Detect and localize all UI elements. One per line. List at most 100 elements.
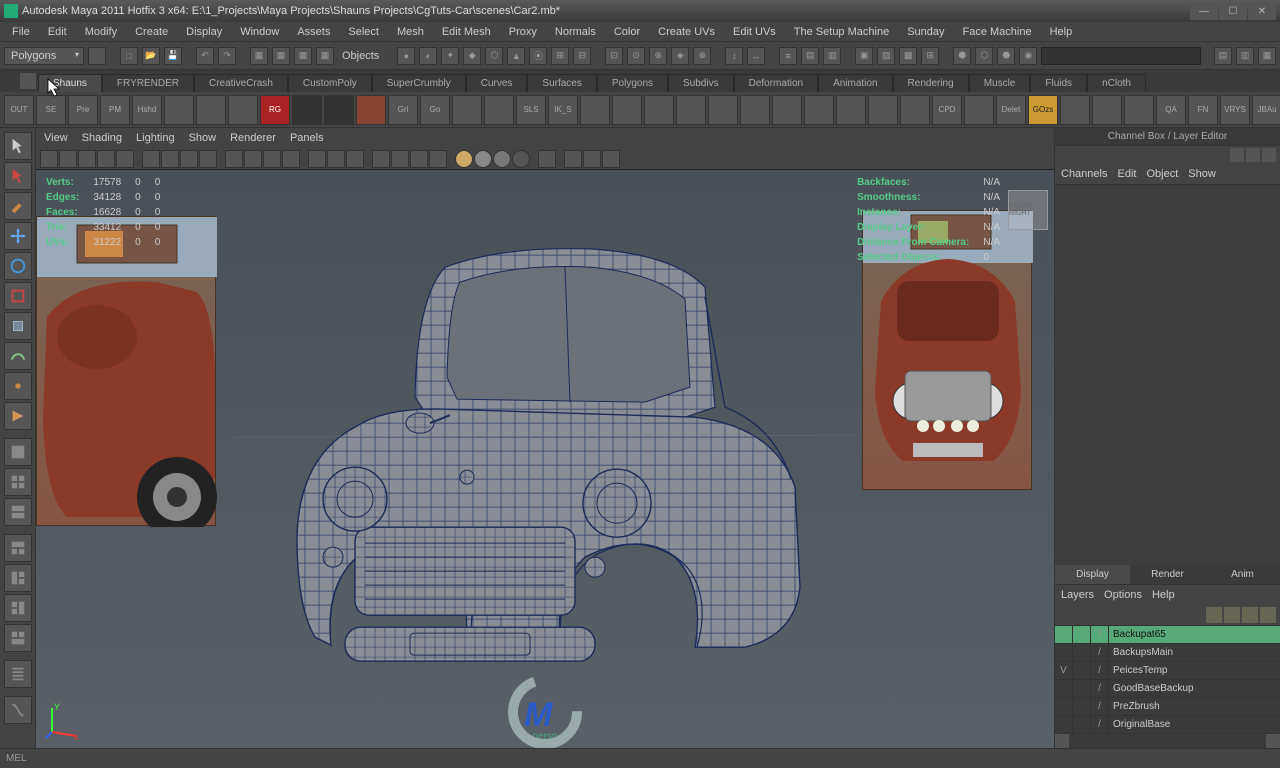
vp-menu-renderer[interactable]: Renderer [230, 132, 276, 144]
vp-light-2[interactable] [474, 150, 492, 168]
shelf-btn-fn[interactable]: FN [1188, 95, 1218, 125]
menu-file[interactable]: File [4, 24, 38, 40]
shelf-btn-jbau[interactable]: JBAu [1252, 95, 1280, 125]
rotate-tool[interactable] [4, 252, 32, 280]
layer-menu-layers[interactable]: Layers [1061, 589, 1094, 601]
layer-menu-help[interactable]: Help [1152, 589, 1175, 601]
channel-menu-object[interactable]: Object [1146, 168, 1178, 180]
layer-row-originalbase[interactable]: /OriginalBase [1055, 716, 1280, 734]
sel-icon-3[interactable]: ▦ [294, 47, 312, 65]
sel-icon-2[interactable]: ▦ [272, 47, 290, 65]
shelf-btn-slot7[interactable] [228, 95, 258, 125]
shelf-tab-curves[interactable]: Curves [466, 74, 528, 92]
vp-ico-3[interactable] [78, 150, 96, 168]
vp-ico-13[interactable] [282, 150, 300, 168]
shelf-btn-slot11[interactable] [356, 95, 386, 125]
op-icon-1[interactable]: ↕ [725, 47, 743, 65]
shelf-btn-vrys[interactable]: VRYS [1220, 95, 1250, 125]
soft-mod-tool[interactable] [4, 342, 32, 370]
shelf-btn-cpd[interactable]: CPD [932, 95, 962, 125]
mask-icon-9[interactable]: ⊟ [573, 47, 591, 65]
shelf-btn-slot25[interactable] [804, 95, 834, 125]
shelf-btn-slot6[interactable] [196, 95, 226, 125]
shelf-btn-slot19[interactable] [612, 95, 642, 125]
shelf-btn-qa[interactable]: QA [1156, 95, 1186, 125]
outliner-icon[interactable] [4, 660, 32, 688]
mask-icon-5[interactable]: ⬡ [485, 47, 503, 65]
menu-assets[interactable]: Assets [289, 24, 338, 40]
render-icon-1[interactable]: ▣ [855, 47, 873, 65]
vp-ico-17[interactable] [372, 150, 390, 168]
vp-ico-1[interactable] [40, 150, 58, 168]
layer-tab-display[interactable]: Display [1055, 565, 1130, 584]
viewport[interactable]: Verts:1757800Edges:3412800Faces:1662800T… [36, 170, 1054, 748]
show-manip-tool[interactable] [4, 372, 32, 400]
shelf-tab-muscle[interactable]: Muscle [969, 74, 1031, 92]
hist-icon-3[interactable]: ▥ [823, 47, 841, 65]
menu-edit-uvs[interactable]: Edit UVs [725, 24, 784, 40]
view-cube[interactable]: FRONT RIGHT [1008, 190, 1048, 230]
shelf-btn-go[interactable]: Go [420, 95, 450, 125]
shelf-btn-slot9[interactable] [292, 95, 322, 125]
shelf-btn-gri[interactable]: Gri [388, 95, 418, 125]
menu-window[interactable]: Window [232, 24, 287, 40]
shelf-btn-slot18[interactable] [580, 95, 610, 125]
shelf-btn-slot24[interactable] [772, 95, 802, 125]
layer-row-backupsmain[interactable]: /BackupsMain [1055, 644, 1280, 662]
lasso-tool[interactable] [4, 162, 32, 190]
menu-create[interactable]: Create [127, 24, 176, 40]
snap-icon-1[interactable]: ⊡ [605, 47, 623, 65]
menu-normals[interactable]: Normals [547, 24, 604, 40]
shelf-tab-shauns[interactable]: Shauns [38, 74, 102, 92]
menu-the-setup-machine[interactable]: The Setup Machine [786, 24, 897, 40]
shelf-tab-creativecrash[interactable]: CreativeCrash [194, 74, 288, 92]
file-save-icon[interactable]: 💾 [164, 47, 182, 65]
shelf-tab-deformation[interactable]: Deformation [734, 74, 818, 92]
shelf-btn-sls[interactable]: SLS [516, 95, 546, 125]
shelf-btn-slot26[interactable] [836, 95, 866, 125]
layer-menu-options[interactable]: Options [1104, 589, 1142, 601]
layout-four-icon[interactable] [4, 468, 32, 496]
hist-icon-2[interactable]: ▤ [801, 47, 819, 65]
cb-icon-2[interactable] [1246, 148, 1260, 162]
vp-menu-show[interactable]: Show [189, 132, 217, 144]
vp-light-1[interactable] [455, 150, 473, 168]
vp-ico-5[interactable] [116, 150, 134, 168]
undo-icon[interactable]: ↶ [196, 47, 214, 65]
shelf-btn-delet[interactable]: Delet [996, 95, 1026, 125]
menu-edit-mesh[interactable]: Edit Mesh [434, 24, 499, 40]
shelf-menu-icon[interactable] [20, 73, 36, 89]
close-button[interactable]: ✕ [1248, 2, 1276, 20]
shelf-btn-slot35[interactable] [1124, 95, 1154, 125]
file-open-icon[interactable]: 📂 [142, 47, 160, 65]
vp-ico-9[interactable] [199, 150, 217, 168]
layout-2h-icon[interactable] [4, 498, 32, 526]
shelf-btn-hshd[interactable]: Hshd [132, 95, 162, 125]
shelf-tab-animation[interactable]: Animation [818, 74, 892, 92]
shelf-tab-custompoly[interactable]: CustomPoly [288, 74, 372, 92]
vp-ico-23[interactable] [583, 150, 601, 168]
shelf-btn-slot28[interactable] [900, 95, 930, 125]
minimize-button[interactable]: — [1190, 2, 1218, 20]
mask-icon-6[interactable]: ▲ [507, 47, 525, 65]
render-icon-2[interactable]: ▨ [877, 47, 895, 65]
shelf-btn-slot33[interactable] [1060, 95, 1090, 125]
cb-icon-3[interactable] [1262, 148, 1276, 162]
shelf-btn-slot30[interactable] [964, 95, 994, 125]
cb-toggle-icon[interactable]: ▦ [1258, 47, 1276, 65]
menu-select[interactable]: Select [340, 24, 387, 40]
mask-icon-2[interactable]: ◐ [419, 47, 437, 65]
channel-menu-show[interactable]: Show [1188, 168, 1216, 180]
shelf-btn-slot22[interactable] [708, 95, 738, 125]
channel-menu-channels[interactable]: Channels [1061, 168, 1107, 180]
vp-ico-8[interactable] [180, 150, 198, 168]
vp-ico-20[interactable] [429, 150, 447, 168]
render-btn-1[interactable]: ⬢ [953, 47, 971, 65]
menu-create-uvs[interactable]: Create UVs [650, 24, 723, 40]
mask-icon-3[interactable]: ✦ [441, 47, 459, 65]
menu-sunday[interactable]: Sunday [899, 24, 952, 40]
vp-ico-16[interactable] [346, 150, 364, 168]
vp-light-3[interactable] [493, 150, 511, 168]
shelf-tab-subdivs[interactable]: Subdivs [668, 74, 734, 92]
scroll-left-icon[interactable] [1055, 734, 1069, 748]
